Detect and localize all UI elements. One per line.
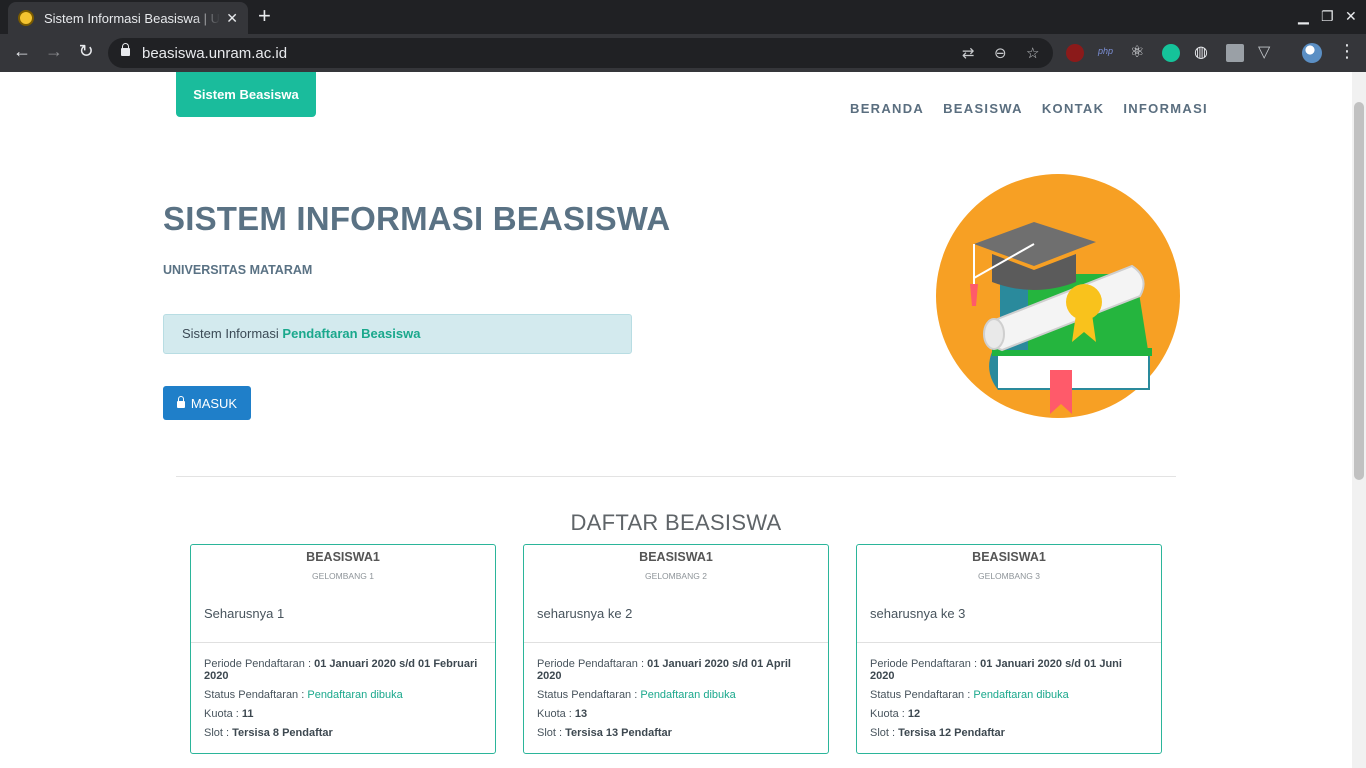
quota-label: Kuota :: [870, 708, 908, 720]
info-prefix: Sistem Informasi: [182, 326, 283, 341]
browser-toolbar: ← → ↻ beasiswa.unram.ac.id ⇄ ⊖ ☆ php ⚛ ◍…: [0, 34, 1366, 72]
php-icon[interactable]: php: [1098, 46, 1113, 56]
info-highlight: Pendaftaran Beasiswa: [282, 326, 421, 341]
status-label: Status Pendaftaran :: [870, 689, 974, 701]
window-close-icon[interactable]: ✕: [1345, 8, 1357, 25]
card-divider: [191, 642, 495, 643]
nav-kontak[interactable]: KONTAK: [1042, 101, 1104, 116]
scholarship-details: Periode Pendaftaran : 01 Januari 2020 s/…: [870, 658, 1145, 746]
login-button[interactable]: MASUK: [163, 386, 251, 420]
scrollbar-thumb[interactable]: [1354, 102, 1364, 480]
scholarship-card[interactable]: BEASISWA1 GELOMBANG 1 Seharusnya 1 Perio…: [190, 544, 496, 754]
react-devtools-icon[interactable]: ⚛: [1130, 42, 1144, 62]
card-divider: [524, 642, 828, 643]
nav-beranda[interactable]: BERANDA: [850, 101, 924, 116]
period-label: Periode Pendaftaran :: [204, 658, 315, 670]
address-bar[interactable]: beasiswa.unram.ac.id ⇄ ⊖ ☆: [108, 38, 1053, 68]
slot-row: Slot : Tersisa 13 Pendaftar: [537, 727, 812, 739]
browser-tab-strip: Sistem Informasi Beasiswa | UNRAM ✕ + ▁ …: [0, 0, 1366, 34]
graduation-illustration-icon: [936, 174, 1180, 418]
slot-label: Slot :: [537, 727, 566, 739]
scholarship-card[interactable]: BEASISWA1 GELOMBANG 3 seharusnya ke 3 Pe…: [856, 544, 1162, 754]
slot-value: Tersisa 12 Pendaftar: [898, 727, 1005, 739]
slot-label: Slot :: [204, 727, 233, 739]
status-label: Status Pendaftaran :: [537, 689, 641, 701]
status-row: Status Pendaftaran : Pendaftaran dibuka: [204, 689, 479, 701]
scholarship-details: Periode Pendaftaran : 01 Januari 2020 s/…: [537, 658, 812, 746]
scholarship-name: BEASISWA1: [306, 550, 380, 564]
page-scrollbar[interactable]: [1352, 72, 1366, 768]
university-name: UNIVERSITAS MATARAM: [163, 263, 313, 277]
translate-icon[interactable]: ⇄: [962, 44, 975, 62]
tab-title: Sistem Informasi Beasiswa | UNRAM: [44, 10, 221, 26]
status-value: Pendaftaran dibuka: [640, 689, 736, 701]
quota-value: 11: [241, 708, 254, 720]
tab-close-icon[interactable]: ✕: [226, 10, 238, 27]
period-label: Periode Pendaftaran :: [870, 658, 981, 670]
slot-value: Tersisa 8 Pendaftar: [232, 727, 333, 739]
minimize-icon[interactable]: ▁: [1298, 8, 1309, 25]
scholarship-description: seharusnya ke 3: [870, 606, 966, 621]
browser-menu-icon[interactable]: ⋮: [1338, 41, 1356, 62]
url-text[interactable]: beasiswa.unram.ac.id: [142, 45, 287, 62]
quota-row: Kuota : 12: [870, 708, 1145, 720]
quota-row: Kuota : 11: [204, 708, 479, 720]
status-label: Status Pendaftaran :: [204, 689, 308, 701]
globe-icon[interactable]: ◍: [1194, 42, 1208, 62]
page-title: SISTEM INFORMASI BEASISWA: [163, 200, 671, 237]
scholarship-wave: GELOMBANG 3: [978, 571, 1040, 581]
maximize-icon[interactable]: ❐: [1321, 8, 1334, 25]
forward-arrow-icon[interactable]: →: [42, 41, 66, 62]
status-value: Pendaftaran dibuka: [973, 689, 1069, 701]
lock-icon: [176, 396, 185, 408]
back-arrow-icon[interactable]: ←: [10, 41, 34, 62]
login-label: MASUK: [190, 395, 238, 411]
period-row: Periode Pendaftaran : 01 Januari 2020 s/…: [870, 658, 1145, 682]
quota-label: Kuota :: [204, 708, 242, 720]
info-alert: Sistem Informasi Pendaftaran Beasiswa: [163, 314, 632, 354]
status-value: Pendaftaran dibuka: [307, 689, 403, 701]
quota-row: Kuota : 13: [537, 708, 812, 720]
scholarship-name: BEASISWA1: [972, 550, 1046, 564]
card-divider: [857, 642, 1161, 643]
scholarship-list-title: DAFTAR BEASISWA: [570, 510, 782, 535]
zoom-out-icon[interactable]: ⊖: [994, 44, 1007, 62]
slot-row: Slot : Tersisa 8 Pendaftar: [204, 727, 479, 739]
image-extension-icon[interactable]: [1226, 44, 1244, 62]
quota-value: 12: [907, 708, 921, 720]
period-label: Periode Pendaftaran :: [537, 658, 648, 670]
slot-label: Slot :: [870, 727, 899, 739]
nav-informasi[interactable]: INFORMASI: [1123, 101, 1208, 116]
unram-favicon-icon: [18, 10, 34, 26]
nav-beasiswa[interactable]: BEASISWA: [943, 101, 1023, 116]
ublock-icon[interactable]: [1066, 44, 1084, 62]
reload-icon[interactable]: ↻: [74, 41, 98, 62]
quota-value: 13: [574, 708, 588, 720]
scholarship-details: Periode Pendaftaran : 01 Januari 2020 s/…: [204, 658, 479, 746]
browser-tab[interactable]: Sistem Informasi Beasiswa | UNRAM ✕: [8, 2, 248, 34]
slot-row: Slot : Tersisa 12 Pendaftar: [870, 727, 1145, 739]
profile-avatar[interactable]: [1302, 43, 1322, 63]
grammarly-icon[interactable]: [1162, 44, 1180, 62]
page-viewport: Sistem Beasiswa BERANDA BEASISWA KONTAK …: [0, 72, 1352, 768]
new-tab-icon[interactable]: +: [258, 5, 271, 27]
status-row: Status Pendaftaran : Pendaftaran dibuka: [537, 689, 812, 701]
lock-icon[interactable]: [121, 43, 130, 56]
bookmark-star-icon[interactable]: ☆: [1026, 44, 1039, 62]
status-row: Status Pendaftaran : Pendaftaran dibuka: [870, 689, 1145, 701]
scholarship-wave: GELOMBANG 1: [312, 571, 374, 581]
site-brand[interactable]: Sistem Beasiswa: [176, 72, 316, 117]
scholarship-name: BEASISWA1: [639, 550, 713, 564]
vue-devtools-icon[interactable]: ▽: [1258, 42, 1270, 62]
quota-label: Kuota :: [537, 708, 575, 720]
scholarship-wave: GELOMBANG 2: [645, 571, 707, 581]
scholarship-card[interactable]: BEASISWA1 GELOMBANG 2 seharusnya ke 2 Pe…: [523, 544, 829, 754]
period-row: Periode Pendaftaran : 01 Januari 2020 s/…: [537, 658, 812, 682]
scholarship-description: seharusnya ke 2: [537, 606, 633, 621]
section-divider: [176, 476, 1176, 477]
period-row: Periode Pendaftaran : 01 Januari 2020 s/…: [204, 658, 479, 682]
slot-value: Tersisa 13 Pendaftar: [565, 727, 672, 739]
main-navigation: BERANDA BEASISWA KONTAK INFORMASI: [850, 101, 1208, 116]
scholarship-description: Seharusnya 1: [204, 606, 285, 621]
